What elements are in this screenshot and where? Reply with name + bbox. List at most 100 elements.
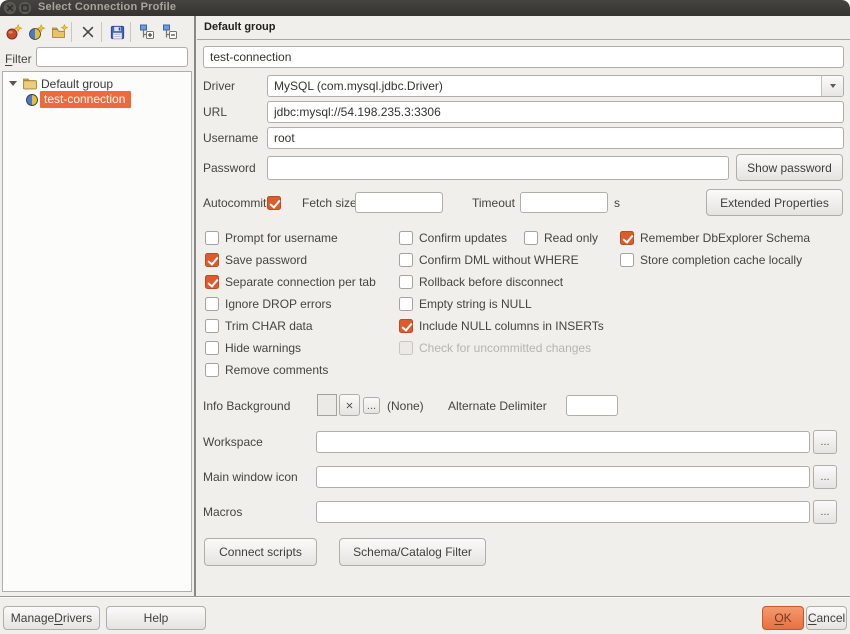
checkbox-box	[205, 275, 219, 289]
info-background-swatch	[317, 394, 337, 416]
panel-divider	[194, 16, 196, 596]
save-profiles-button[interactable]	[106, 20, 128, 44]
macros-input[interactable]	[316, 501, 810, 523]
tree-group-label: Default group	[41, 77, 113, 91]
timeout-input[interactable]	[520, 192, 608, 213]
workspace-browse-button[interactable]: ...	[813, 430, 837, 454]
checkbox-box	[399, 253, 413, 267]
checkbox-box	[205, 253, 219, 267]
titlebar[interactable]: Select Connection Profile	[0, 0, 850, 16]
checkbox-box	[399, 297, 413, 311]
cancel-button[interactable]: Cancel	[806, 606, 847, 630]
x-icon	[346, 400, 353, 411]
checkbox-read-only[interactable]: Read only	[524, 230, 598, 246]
driver-select[interactable]: MySQL (com.mysql.jdbc.Driver)	[267, 75, 844, 97]
tree-group-default-group[interactable]: Default group	[3, 75, 191, 92]
info-background-label: Info Background	[203, 395, 290, 417]
timeout-label: Timeout	[472, 192, 515, 214]
ok-button[interactable]: OK	[762, 606, 804, 630]
autocommit-label: Autocommit	[203, 192, 266, 214]
delete-profile-icon	[80, 24, 96, 40]
checkbox-box	[399, 231, 413, 245]
checkbox-include-null-columns-in-inserts[interactable]: Include NULL columns in INSERTs	[399, 318, 604, 334]
checkbox-box	[620, 231, 634, 245]
username-label: Username	[203, 127, 258, 149]
checkbox-box	[205, 231, 219, 245]
alternate-delimiter-input[interactable]	[566, 395, 618, 416]
profile-tree[interactable]: Default group test-connection	[2, 71, 192, 592]
footer-divider-highlight	[0, 597, 850, 598]
new-profile-icon	[5, 23, 23, 41]
fetch-size-input[interactable]	[355, 192, 443, 213]
checkbox-confirm-updates[interactable]: Confirm updates	[399, 230, 507, 246]
timeout-unit-label: s	[614, 192, 620, 214]
checkbox-rollback-before-disconnect[interactable]: Rollback before disconnect	[399, 274, 563, 290]
checkbox-prompt-for-username[interactable]: Prompt for username	[205, 230, 338, 246]
password-label: Password	[203, 157, 256, 179]
window-title: Select Connection Profile	[38, 1, 176, 13]
info-background-value: (None)	[387, 395, 424, 417]
checkbox-box	[267, 196, 281, 210]
password-input[interactable]	[267, 156, 729, 180]
delete-profile-button[interactable]	[77, 20, 99, 44]
expander-icon[interactable]	[9, 81, 17, 86]
username-input[interactable]	[267, 127, 844, 149]
checkbox-box	[399, 275, 413, 289]
fetch-size-label: Fetch size	[302, 192, 357, 214]
autocommit-checkbox[interactable]	[267, 195, 281, 211]
driver-value: MySQL (com.mysql.jdbc.Driver)	[268, 79, 821, 93]
macros-label: Macros	[203, 501, 242, 523]
schema-catalog-filter-button[interactable]: Schema/Catalog Filter	[339, 538, 486, 566]
main-window-icon-browse-button[interactable]: ...	[813, 465, 837, 489]
checkbox-hide-warnings[interactable]: Hide warnings	[205, 340, 301, 356]
workspace-input[interactable]	[316, 431, 810, 453]
checkbox-save-password[interactable]: Save password	[205, 252, 307, 268]
driver-label: Driver	[203, 75, 235, 97]
new-profile-button[interactable]	[3, 20, 25, 44]
info-background-clear-button[interactable]	[339, 394, 360, 416]
manage-drivers-button[interactable]: Manage Drivers	[3, 606, 100, 630]
close-button[interactable]	[4, 2, 16, 14]
checkbox-box	[205, 341, 219, 355]
checkbox-confirm-dml-without-where[interactable]: Confirm DML without WHERE	[399, 252, 579, 268]
maximize-icon	[21, 4, 29, 12]
info-background-browse-button[interactable]: ...	[363, 397, 380, 414]
filter-input[interactable]	[36, 47, 188, 67]
new-folder-button[interactable]	[49, 20, 71, 44]
collapse-tree-icon	[160, 23, 178, 41]
checkbox-remove-comments[interactable]: Remove comments	[205, 362, 328, 378]
checkbox-separate-connection-per-tab[interactable]: Separate connection per tab	[205, 274, 376, 290]
driver-dropdown-button[interactable]	[821, 76, 843, 96]
tree-item-label-selected[interactable]: test-connection	[40, 91, 131, 108]
copy-profile-button[interactable]	[26, 20, 48, 44]
save-icon	[109, 24, 126, 41]
copy-profile-icon	[28, 23, 46, 41]
toolbar-separator	[130, 22, 131, 42]
url-label: URL	[203, 101, 227, 123]
main-window-icon-input[interactable]	[316, 466, 810, 488]
profile-icon	[26, 94, 38, 106]
checkbox-ignore-drop-errors[interactable]: Ignore DROP errors	[205, 296, 331, 312]
tree-item-test-connection[interactable]: test-connection	[3, 91, 191, 108]
checkbox-box	[205, 319, 219, 333]
folder-icon	[23, 78, 37, 90]
checkbox-store-completion-cache-locally[interactable]: Store completion cache locally	[620, 252, 802, 268]
collapse-all-button[interactable]	[158, 20, 180, 44]
toolbar-separator	[71, 22, 72, 42]
extended-properties-button[interactable]: Extended Properties	[706, 189, 843, 216]
checkbox-remember-dbexplorer-schema[interactable]: Remember DbExplorer Schema	[620, 230, 810, 246]
connect-scripts-button[interactable]: Connect scripts	[204, 538, 317, 566]
checkbox-empty-string-is-null[interactable]: Empty string is NULL	[399, 296, 532, 312]
url-input[interactable]	[267, 101, 844, 123]
checkbox-box	[205, 363, 219, 377]
group-header: Default group	[204, 21, 276, 33]
main-window-icon-label: Main window icon	[203, 466, 298, 488]
checkbox-box	[620, 253, 634, 267]
maximize-button[interactable]	[19, 2, 31, 14]
checkbox-trim-char-data[interactable]: Trim CHAR data	[205, 318, 313, 334]
expand-all-button[interactable]	[135, 20, 157, 44]
help-button[interactable]: Help	[106, 606, 206, 630]
profile-name-input[interactable]	[203, 46, 844, 68]
macros-browse-button[interactable]: ...	[813, 500, 837, 524]
show-password-button[interactable]: Show password	[736, 154, 843, 181]
